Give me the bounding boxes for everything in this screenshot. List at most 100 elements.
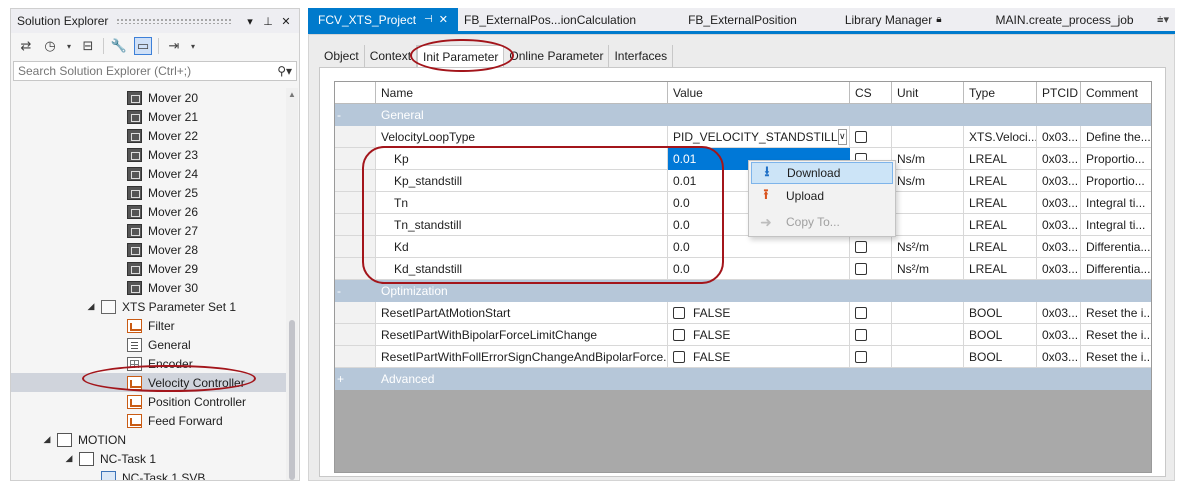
pin-icon[interactable]: ⊥ (261, 15, 275, 28)
tree-item[interactable]: Filter (11, 316, 287, 335)
table-row: Kd 0.0 Ns²/m LREAL 0x03... Differentia... (335, 236, 1151, 258)
parameter-value[interactable]: FALSE (668, 346, 850, 368)
column-header[interactable]: CS (850, 82, 892, 104)
group-row-optimization: - Optimization (335, 280, 1151, 302)
tree-item[interactable]: Encoder (11, 354, 287, 373)
collapse-all-icon[interactable]: ⊟ (79, 37, 97, 55)
menu-item-download[interactable]: ⭳ Download (751, 162, 893, 184)
parameter-value[interactable]: PID_VELOCITY_STANDSTILL ∨ (668, 126, 850, 148)
parameter-value[interactable]: 0.0 (668, 236, 850, 258)
tab-fcv-xts-project[interactable]: FCV_XTS_Project ⊣ ✕ (308, 8, 458, 31)
tree-item[interactable]: NC-Task 1 SVB (11, 468, 287, 480)
column-header[interactable]: Type (964, 82, 1037, 104)
cs-checkbox[interactable] (855, 306, 867, 319)
solution-explorer-search[interactable]: ⚲▾ (13, 61, 297, 81)
column-header[interactable]: Name (376, 82, 668, 104)
parameter-value[interactable]: FALSE (668, 324, 850, 346)
preview-selected-icon[interactable]: ▭ (134, 37, 152, 55)
column-header[interactable]: Unit (892, 82, 964, 104)
group-toggle-icon[interactable]: - (335, 280, 376, 302)
cs-checkbox[interactable] (855, 328, 867, 341)
cs-checkbox[interactable] (855, 130, 867, 143)
tree-item[interactable]: Mover 27 (11, 221, 287, 240)
scrollbar-thumb[interactable] (289, 320, 295, 480)
tree-item[interactable]: Mover 25 (11, 183, 287, 202)
parameter-value-text: 0.01 (673, 151, 697, 166)
group-toggle-icon[interactable]: - (335, 104, 376, 126)
tree-expander-icon[interactable]: ◢ (85, 301, 97, 312)
tree-item[interactable]: Mover 24 (11, 164, 287, 183)
properties-wrench-icon[interactable]: 🔧 (110, 37, 128, 55)
tree-item-label: General (148, 337, 191, 352)
parameter-comment: Reset the i... (1081, 302, 1151, 324)
chevron-down-icon[interactable]: ∨ (837, 128, 847, 145)
tree-item[interactable]: Mover 21 (11, 107, 287, 126)
scroll-up-icon[interactable]: ▲ (288, 90, 296, 99)
window-options-icon[interactable]: ▾ (243, 15, 257, 28)
tree-item[interactable]: Position Controller (11, 392, 287, 411)
tree-item[interactable]: Velocity Controller (11, 373, 287, 392)
tree-item[interactable]: Mover 20 (11, 88, 287, 107)
tree-item[interactable]: Mover 26 (11, 202, 287, 221)
tab-fb-externalposition[interactable]: FB_ExternalPosition (646, 8, 807, 31)
tree-item-label: Encoder (148, 356, 193, 371)
parameter-name: Kp_standstill (376, 170, 668, 192)
table-row: Kp 0.01 Ns/m LREAL 0x03... Proportio... (335, 148, 1151, 170)
parameter-name: Kd (376, 236, 668, 258)
tab-init-parameter[interactable]: Init Parameter (417, 45, 505, 67)
tab-overflow-menu-icon[interactable]: ⩧▾ (1151, 8, 1175, 31)
value-checkbox[interactable] (673, 350, 685, 363)
close-icon[interactable]: ✕ (279, 15, 293, 28)
pin-icon[interactable]: ⊣ (424, 14, 433, 25)
value-checkbox[interactable] (673, 328, 685, 341)
cs-checkbox[interactable] (855, 350, 867, 363)
tree-item[interactable]: Mover 28 (11, 240, 287, 259)
tree-scrollbar[interactable]: ▲ (286, 88, 298, 480)
show-on-icon[interactable]: ⇥ (165, 37, 183, 55)
tab-fb-externalposcalculation[interactable]: FB_ExternalPos...ionCalculation (458, 8, 646, 31)
cs-checkbox[interactable] (855, 262, 867, 275)
tree-item[interactable]: ◢ NC-Task 1 (11, 449, 287, 468)
parameter-name: ResetIPartAtMotionStart (376, 302, 668, 324)
value-checkbox[interactable] (673, 306, 685, 319)
parameter-value[interactable]: 0.0 (668, 258, 850, 280)
tree-expander-icon[interactable]: ◢ (63, 453, 75, 464)
tree-item[interactable]: Mover 22 (11, 126, 287, 145)
history-icon[interactable]: ◷ (41, 37, 59, 55)
close-icon[interactable]: ✕ (439, 13, 448, 26)
sync-with-document-icon[interactable]: ⇄ (17, 37, 35, 55)
tree-item[interactable]: General (11, 335, 287, 354)
drag-grip[interactable] (116, 18, 231, 24)
tree-item[interactable]: Feed Forward (11, 411, 287, 430)
dropdown-arrow-icon[interactable]: ▾ (65, 37, 73, 55)
menu-item-upload[interactable]: ⭱ Upload (751, 185, 893, 207)
tab-library-manager[interactable]: Library Manager 🔒︎ (807, 8, 952, 31)
tab-object[interactable]: Object (319, 45, 365, 67)
menu-item-label: Upload (786, 189, 825, 203)
column-header[interactable]: PTCID (1037, 82, 1081, 104)
search-icon[interactable]: ⚲▾ (277, 64, 292, 78)
tree-item-label: Mover 26 (148, 204, 199, 219)
position-controller-icon (127, 394, 142, 409)
cs-checkbox[interactable] (855, 240, 867, 253)
tree-item[interactable]: Mover 29 (11, 259, 287, 278)
column-header[interactable]: Value (668, 82, 850, 104)
row-gutter (335, 236, 376, 258)
dropdown-arrow-icon[interactable]: ▾ (189, 37, 197, 55)
column-header[interactable]: Comment (1081, 82, 1151, 104)
column-header[interactable] (335, 82, 376, 104)
tree-item[interactable]: ◢ XTS Parameter Set 1 (11, 297, 287, 316)
tab-context[interactable]: Context (364, 45, 418, 67)
tab-online-parameter[interactable]: Online Parameter (504, 45, 610, 67)
search-input[interactable] (18, 64, 278, 78)
tree-item[interactable]: Mover 30 (11, 278, 287, 297)
context-menu: ⭳ Download ⭱ Upload ➜ Copy To... (748, 160, 896, 237)
tab-interfaces[interactable]: Interfaces (609, 45, 674, 67)
tree-item[interactable]: ◢ MOTION (11, 430, 287, 449)
parameter-value[interactable]: FALSE (668, 302, 850, 324)
tree-item[interactable]: Mover 23 (11, 145, 287, 164)
group-toggle-icon[interactable]: + (335, 368, 376, 390)
tree-expander-icon[interactable]: ◢ (41, 434, 53, 445)
tab-main-create-process-job[interactable]: MAIN.create_process_job (952, 8, 1144, 31)
menu-item-copy-to: ➜ Copy To... (751, 211, 893, 233)
